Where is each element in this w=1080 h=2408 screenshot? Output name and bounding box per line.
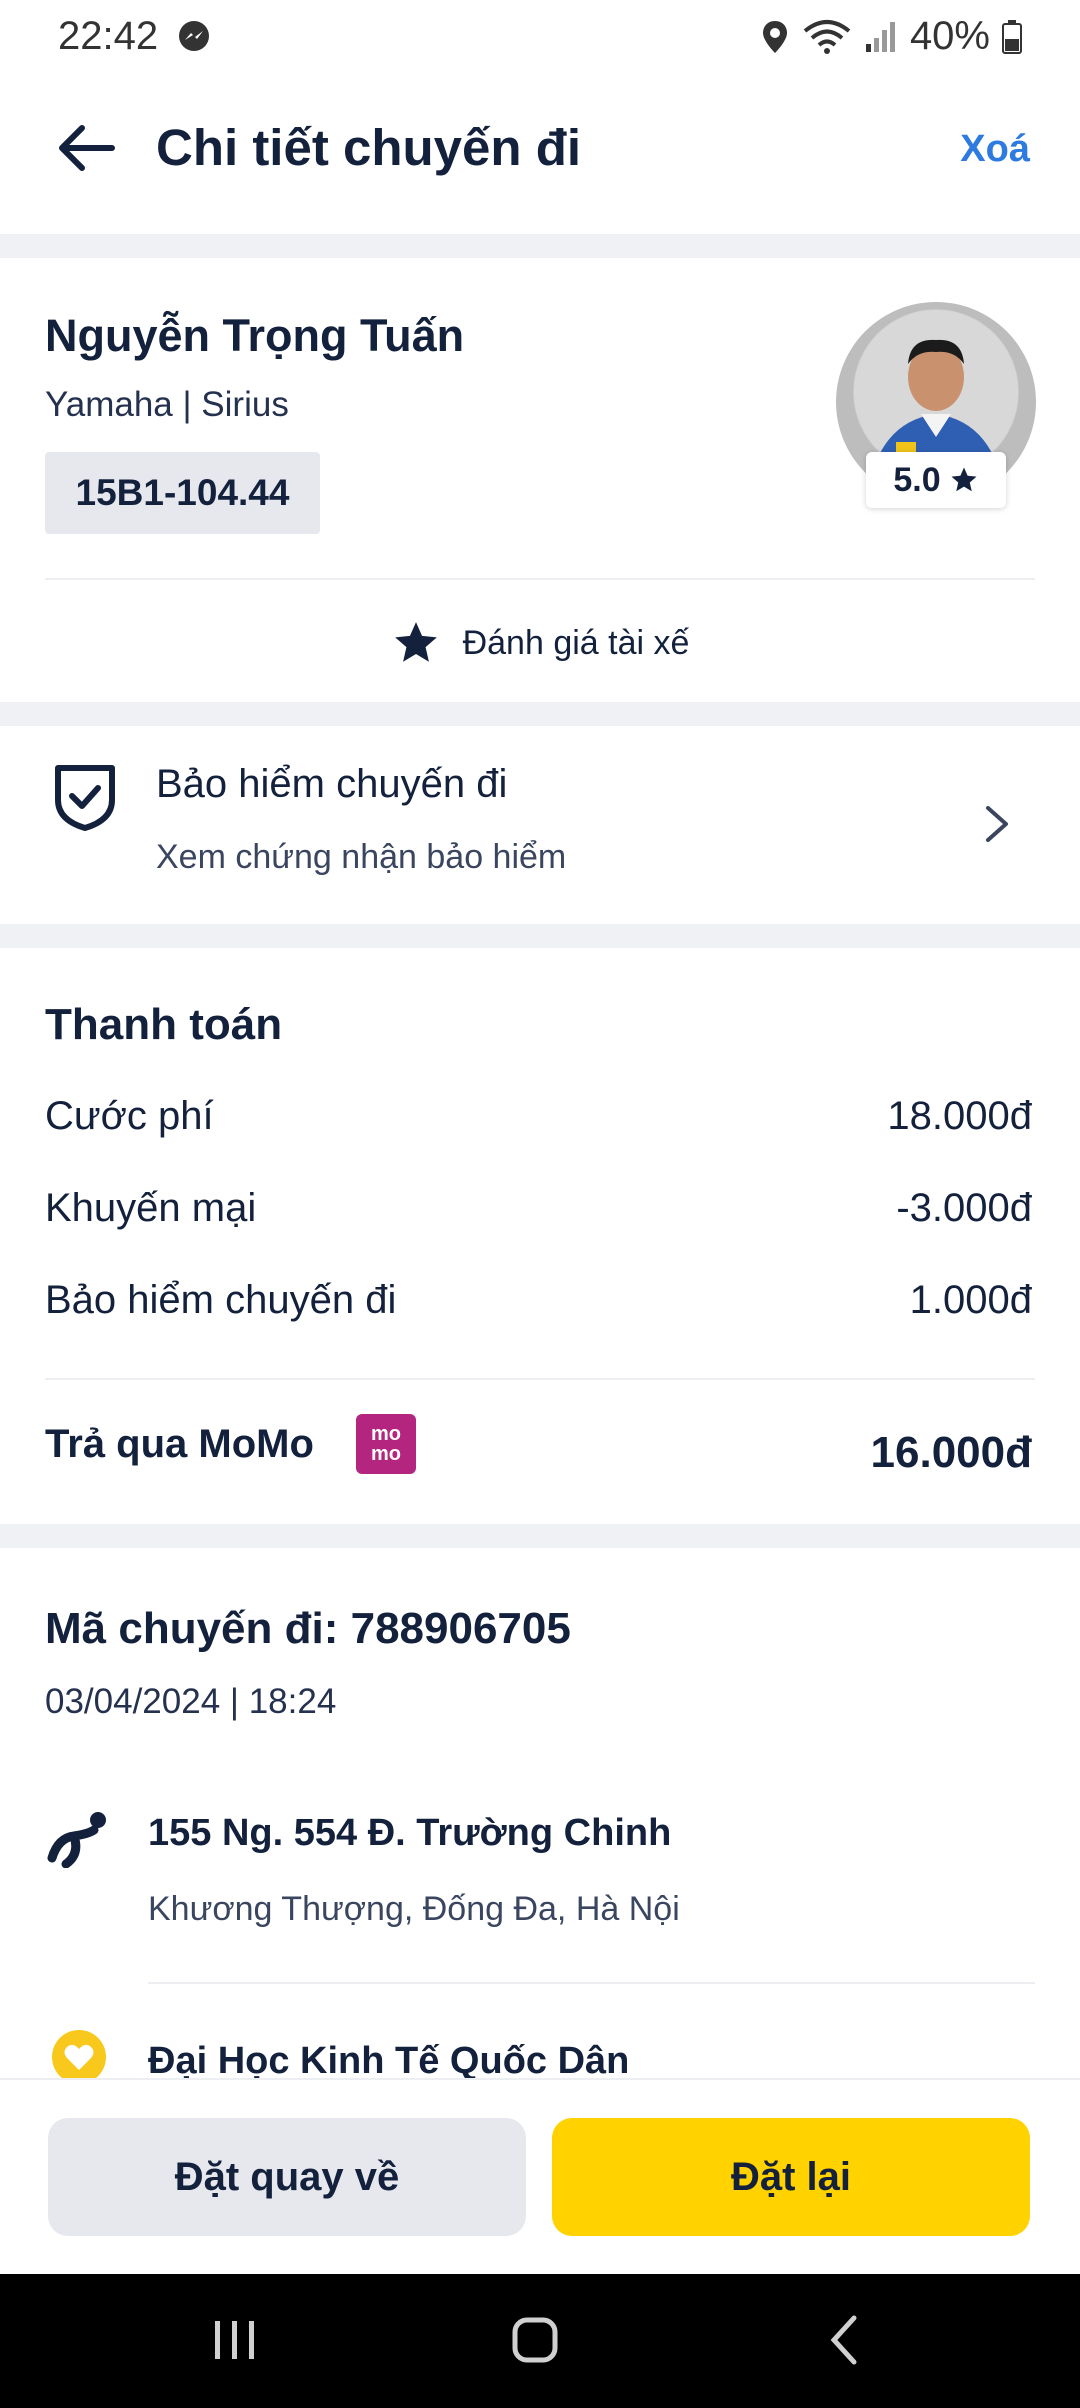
rebook-button[interactable]: Đặt lại xyxy=(552,2118,1030,2236)
divider xyxy=(148,1982,1035,1984)
insurance-title: Bảo hiểm chuyến đi xyxy=(156,762,508,806)
pickup-address-title: 155 Ng. 554 Đ. Trường Chinh xyxy=(148,1812,672,1854)
license-plate: 15B1-104.44 xyxy=(45,452,320,534)
insurance-fee-value: 1.000đ xyxy=(909,1278,1032,1322)
chevron-right-icon xyxy=(986,806,1008,842)
dropoff-address-title: Đại Học Kinh Tế Quốc Dân xyxy=(148,2040,630,2082)
star-icon xyxy=(394,622,437,662)
back-nav-button[interactable] xyxy=(800,2300,890,2380)
rate-driver-label: Đánh giá tài xế xyxy=(462,623,690,662)
vehicle-info: Yamaha | Sirius xyxy=(45,385,289,424)
back-nav-icon xyxy=(830,2315,857,2365)
insurance-subtitle: Xem chứng nhận bảo hiểm xyxy=(156,838,567,876)
status-icons: 40% xyxy=(760,14,1022,59)
driver-rating-badge: 5.0 xyxy=(866,452,1006,508)
book-return-button[interactable]: Đặt quay về xyxy=(48,2118,526,2236)
recent-apps-button[interactable] xyxy=(190,2300,280,2380)
divider xyxy=(45,1378,1035,1380)
payment-method-label: Trả qua MoMo xyxy=(45,1422,314,1466)
trip-datetime: 03/04/2024 | 18:24 xyxy=(45,1682,337,1721)
messenger-icon xyxy=(179,21,210,51)
back-arrow-icon[interactable] xyxy=(52,118,122,178)
insurance-row[interactable] xyxy=(0,726,1080,924)
fare-label: Cước phí xyxy=(45,1094,214,1138)
driver-rating-value: 5.0 xyxy=(893,460,941,499)
home-icon xyxy=(512,2317,558,2363)
page-title: Chi tiết chuyến đi xyxy=(156,119,582,176)
rate-driver-button[interactable]: Đánh giá tài xế xyxy=(0,615,1080,671)
home-button[interactable] xyxy=(490,2300,580,2380)
payment-title: Thanh toán xyxy=(45,1000,283,1049)
divider xyxy=(45,578,1035,580)
heart-icon xyxy=(64,2044,94,2070)
star-icon xyxy=(951,467,977,492)
momo-logo: mo mo xyxy=(356,1414,416,1474)
trip-code: Mã chuyến đi: 788906705 xyxy=(45,1604,571,1653)
promotion-label: Khuyến mại xyxy=(45,1186,257,1230)
shield-check-icon xyxy=(55,765,115,831)
battery-text: 40% xyxy=(909,14,990,58)
status-time: 22:42 xyxy=(58,14,211,59)
dropoff-heart-icon xyxy=(52,2030,106,2084)
insurance-fee-label: Bảo hiểm chuyến đi xyxy=(45,1278,397,1322)
signal-icon xyxy=(865,21,895,52)
recent-apps-icon xyxy=(215,2321,254,2359)
pickup-person-icon xyxy=(47,1812,106,1868)
driver-name: Nguyễn Trọng Tuấn xyxy=(45,310,465,361)
pickup-address-detail: Khương Thượng, Đống Đa, Hà Nội xyxy=(148,1890,680,1928)
wifi-icon xyxy=(803,19,851,54)
promotion-value: -3.000đ xyxy=(896,1186,1032,1230)
battery-icon xyxy=(1002,19,1022,54)
location-icon xyxy=(762,20,787,53)
delete-button[interactable]: Xoá xyxy=(960,128,1030,171)
total-amount: 16.000đ xyxy=(870,1428,1032,1477)
fare-value: 18.000đ xyxy=(887,1094,1032,1138)
